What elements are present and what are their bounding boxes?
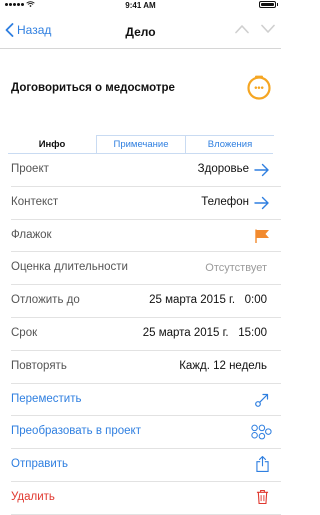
duration-value: Отсутствует [205,262,267,275]
due-label: Срок [11,326,38,339]
defer-label: Отложить до [11,294,80,307]
context-value: Телефон [201,195,249,208]
flag-row[interactable]: Флажок [11,220,281,253]
navigation-bar: Назад Дело [0,12,281,49]
back-button[interactable]: Назад [5,23,51,37]
tab-info[interactable]: Инфо [8,135,97,153]
flag-label: Флажок [11,228,52,241]
back-label: Назад [17,23,52,37]
context-label: Контекст [11,195,59,208]
project-icon [251,425,272,440]
status-bar: 9:41 AM [0,0,281,12]
move-icon [255,393,269,407]
tab-attachments[interactable]: Вложения [185,135,274,153]
repeat-label: Повторять [11,359,67,372]
move-action[interactable]: Переместить [11,384,281,417]
project-row[interactable]: Проект Здоровье [11,154,281,187]
task-detail-list: Проект Здоровье Контекст Телефон Флажок … [0,154,281,515]
convert-label: Преобразовать в проект [11,425,141,438]
task-status-circle[interactable]: ••• [246,74,272,100]
repeat-value: Кажд. 12 недель [179,359,267,372]
battery-icon [259,1,278,8]
battery [259,1,278,8]
arrow-right-icon [254,163,269,177]
tab-bar: Инфо Примечание Вложения [8,135,274,154]
chevron-down-icon[interactable] [261,24,275,34]
defer-row[interactable]: Отложить до 25 марта 2015 г. 0:00 [11,285,281,318]
task-title[interactable]: Договориться о медосмотре [11,82,175,94]
arrow-right-icon [254,196,269,209]
chevron-left-icon [5,23,14,37]
share-icon [256,456,269,473]
delete-label: Удалить [11,490,55,503]
due-value: 25 марта 2015 г. 15:00 [142,326,267,339]
send-label: Отправить [11,458,69,471]
status-time: 9:41 AM [125,1,156,10]
delete-action[interactable]: Удалить [11,482,281,515]
flag-icon[interactable] [254,229,270,243]
duration-label: Оценка длительности [11,261,128,274]
project-label: Проект [11,163,49,175]
tab-note[interactable]: Примечание [96,135,186,153]
move-label: Переместить [11,392,82,405]
context-row[interactable]: Контекст Телефон [11,187,281,220]
status-dots-icon: ••• [254,83,263,93]
chevron-up-icon[interactable] [235,24,249,34]
repeat-row[interactable]: Повторять Кажд. 12 недель [11,351,281,384]
item-navigation [235,24,275,34]
convert-to-project-action[interactable]: Преобразовать в проект [11,416,281,450]
send-action[interactable]: Отправить [11,449,281,482]
trash-icon [256,489,269,505]
defer-value: 25 марта 2015 г. 0:00 [149,294,267,307]
task-header: Договориться о медосмотре ••• [0,49,281,133]
duration-row[interactable]: Оценка длительности Отсутствует [11,252,281,286]
due-row[interactable]: Срок 25 марта 2015 г. 15:00 [11,318,281,351]
project-value: Здоровье [197,163,249,175]
